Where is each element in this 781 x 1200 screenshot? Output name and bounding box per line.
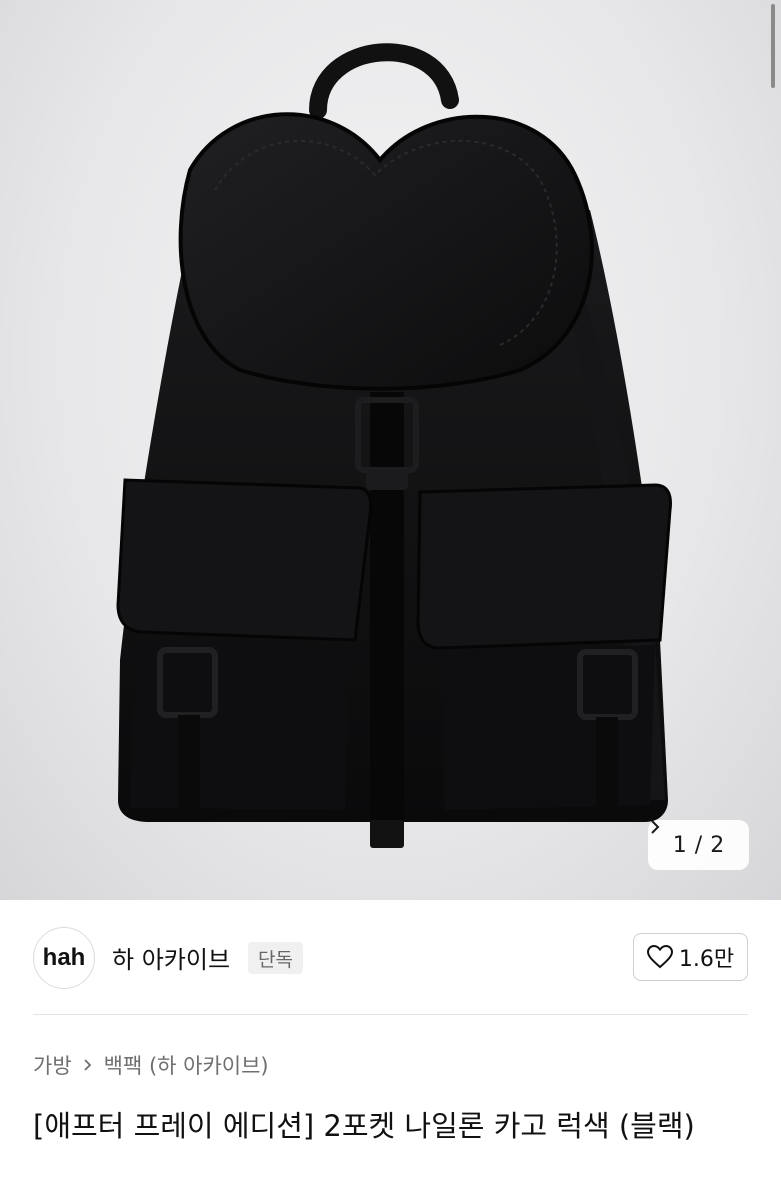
product-title: [애프터 프레이 에디션] 2포켓 나일론 카고 럭색 (블랙) (33, 1109, 695, 1143)
exclusive-badge: 단독 (248, 942, 303, 974)
shop-info-row: hah 하 아카이브 단독 1.6만 (0, 900, 781, 1014)
pager-total: 2 (710, 832, 725, 858)
shop-avatar[interactable]: hah (33, 927, 95, 989)
breadcrumb-subcategory[interactable]: 백팩 (하 아카이브) (104, 1050, 269, 1080)
image-pager[interactable]: 1 / 2 (648, 820, 749, 870)
chevron-right-icon (84, 1059, 91, 1071)
like-count: 1.6만 (678, 947, 735, 972)
breadcrumb: 가방 백팩 (하 아카이브) (33, 1050, 269, 1080)
shop-name[interactable]: 하 아카이브 (112, 940, 230, 975)
divider (33, 1014, 748, 1015)
pager-separator: / (694, 832, 703, 858)
product-image (116, 43, 672, 848)
breadcrumb-category[interactable]: 가방 (33, 1050, 72, 1080)
pager-current: 1 (672, 832, 687, 858)
chevron-right-icon (651, 820, 660, 834)
scrollbar[interactable] (771, 4, 775, 88)
heart-icon (646, 945, 673, 969)
product-image-carousel[interactable]: 1 / 2 (0, 0, 781, 900)
shop-avatar-text: hah (42, 944, 86, 971)
like-button[interactable]: 1.6만 (633, 933, 748, 981)
